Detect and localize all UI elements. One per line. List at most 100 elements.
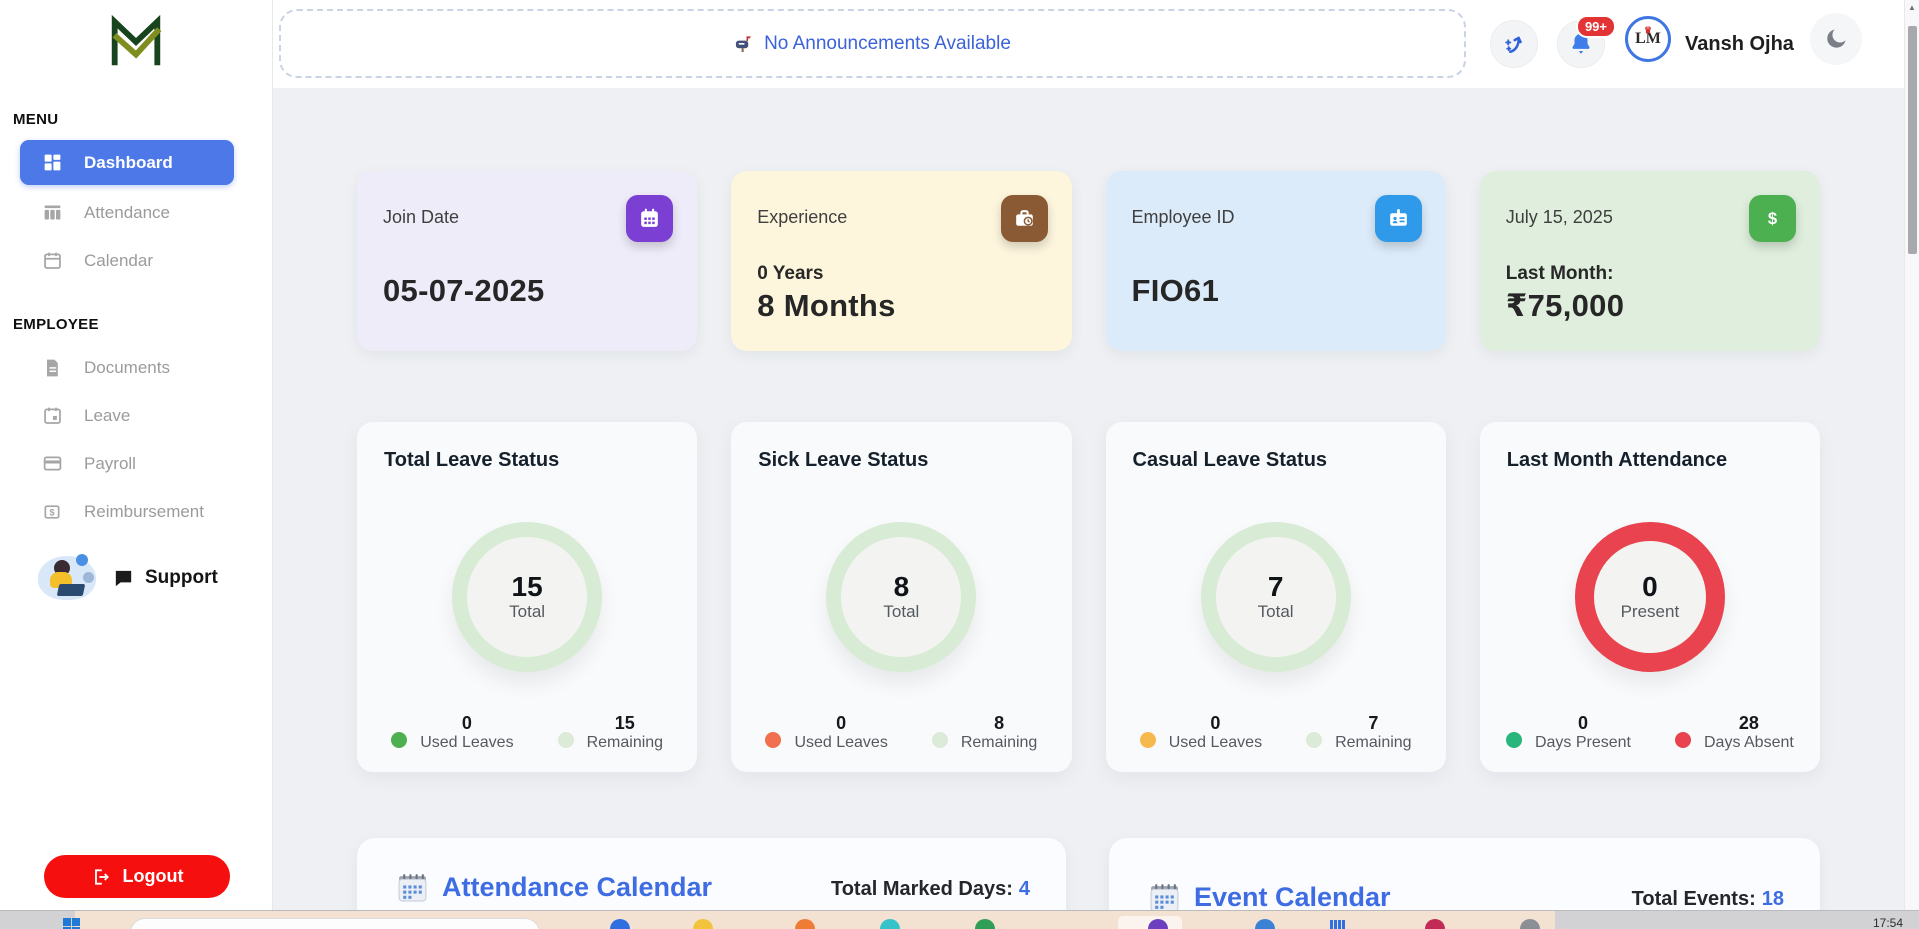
card-title: Sick Leave Status <box>731 422 1071 472</box>
employee-section-label: EMPLOYEE <box>13 316 99 333</box>
salary-value: ₹75,000 <box>1506 288 1625 324</box>
taskbar-app-icon[interactable] <box>1330 920 1348 929</box>
legend-label: Days Absent <box>1704 734 1794 751</box>
calendar-icon <box>40 249 64 273</box>
total-leave-donut: 15 Total <box>452 522 602 672</box>
donut-label: Present <box>1621 602 1680 622</box>
status-card-row: Total Leave Status 15 Total 0Used Leaves… <box>357 422 1820 772</box>
attendance-calendar-card: Attendance Calendar Total Marked Days: 4 <box>357 838 1066 910</box>
taskbar-clock[interactable]: 17:54 <box>1873 916 1903 929</box>
attendance-donut: 0 Present <box>1575 522 1725 672</box>
legend-item-remaining: 7Remaining <box>1306 713 1411 752</box>
legend-dot <box>765 732 781 748</box>
notifications-button[interactable]: 99+ <box>1557 20 1605 68</box>
svg-text:$: $ <box>1768 209 1778 228</box>
legend-value: 15 <box>615 713 635 733</box>
last-month-attendance-card: Last Month Attendance 0 Present 0Days Pr… <box>1480 422 1820 772</box>
sidebar-item-label: Calendar <box>84 251 153 271</box>
salary-label: Last Month: <box>1506 263 1614 285</box>
credit-card-icon <box>40 452 64 476</box>
support-label: Support <box>145 567 218 589</box>
stat-value: 4 <box>1019 878 1030 900</box>
id-badge-icon <box>1375 195 1422 242</box>
legend-dot <box>1506 732 1522 748</box>
salary-card: July 15, 2025 $ Last Month: ₹75,000 <box>1480 171 1820 351</box>
announcement-banner[interactable]: No Announcements Available <box>279 9 1466 78</box>
legend-item-absent: 28Days Absent <box>1675 713 1794 752</box>
moon-icon <box>1823 26 1849 52</box>
legend-dot <box>1675 732 1691 748</box>
ai-assistant-button[interactable] <box>1490 20 1538 68</box>
announcement-text: No Announcements Available <box>764 33 1011 55</box>
sidebar-item-label: Documents <box>84 358 170 378</box>
join-date-card: Join Date 05-07-2025 <box>357 171 697 351</box>
scroll-up-arrow[interactable]: ▲ <box>1905 3 1919 12</box>
legend: 0Used Leaves 15Remaining <box>357 713 697 752</box>
stat-label: Total Marked Days: <box>831 878 1013 900</box>
menu-section-label: MENU <box>13 111 58 128</box>
start-button[interactable] <box>63 918 80 929</box>
card-title: Attendance Calendar <box>442 872 712 903</box>
sidebar-item-dashboard[interactable]: Dashboard <box>20 140 234 185</box>
calendar-emoji-icon <box>1149 882 1180 910</box>
legend-item-used: 0Used Leaves <box>1140 713 1262 752</box>
sidebar: MENU Dashboard Attendance Calendar EMPLO… <box>0 0 273 910</box>
dark-mode-toggle[interactable] <box>1810 13 1862 65</box>
experience-card: Experience 0 Years 8 Months <box>731 171 1071 351</box>
sick-leave-status-card: Sick Leave Status 8 Total 0Used Leaves 8… <box>731 422 1071 772</box>
event-calendar-card: Event Calendar Total Events:18 <box>1109 838 1820 910</box>
dollar-icon: $ <box>1749 195 1796 242</box>
dashboard-page: MENU Dashboard Attendance Calendar EMPLO… <box>0 0 1919 929</box>
chat-bubble-icon <box>112 567 135 590</box>
logout-button[interactable]: Logout <box>44 855 230 898</box>
casual-leave-donut: 7 Total <box>1201 522 1351 672</box>
legend-value: 0 <box>836 713 846 733</box>
user-name[interactable]: Vansh Ojha <box>1685 0 1794 88</box>
total-events: Total Events:18 <box>1632 888 1784 910</box>
legend-value: 0 <box>1210 713 1220 733</box>
os-taskbar: 17:54 <box>0 910 1919 929</box>
sidebar-item-label: Leave <box>84 406 130 426</box>
sidebar-item-documents[interactable]: Documents <box>20 345 234 390</box>
total-marked-days: Total Marked Days: 4 <box>831 878 1030 901</box>
sidebar-item-attendance[interactable]: Attendance <box>20 190 234 235</box>
legend-label: Used Leaves <box>1169 734 1262 751</box>
casual-leave-status-card: Casual Leave Status 7 Total 0Used Leaves… <box>1106 422 1446 772</box>
legend-item-used: 0Used Leaves <box>391 713 513 752</box>
briefcase-clock-icon <box>1001 195 1048 242</box>
legend-value: 0 <box>462 713 472 733</box>
sidebar-item-label: Dashboard <box>84 153 173 173</box>
calendar-emoji-icon <box>397 872 428 903</box>
legend-label: Used Leaves <box>420 734 513 751</box>
legend-item-present: 0Days Present <box>1506 713 1631 752</box>
legend-value: 0 <box>1578 713 1588 733</box>
svg-text:$: $ <box>49 507 54 517</box>
main-content: Join Date 05-07-2025 Experience 0 Years … <box>273 88 1904 910</box>
scrollbar-thumb[interactable] <box>1908 26 1917 254</box>
support-illustration <box>36 552 98 604</box>
donut-value: 8 <box>894 572 910 603</box>
legend-label: Remaining <box>1335 734 1411 751</box>
legend-value: 8 <box>994 713 1004 733</box>
donut-value: 0 <box>1642 572 1658 603</box>
experience-years: 0 Years <box>757 263 823 285</box>
user-avatar[interactable]: ♛ LM <box>1625 16 1671 62</box>
total-leave-status-card: Total Leave Status 15 Total 0Used Leaves… <box>357 422 697 772</box>
legend: 0Used Leaves 8Remaining <box>731 713 1071 752</box>
join-date-value: 05-07-2025 <box>383 273 545 309</box>
page-scrollbar[interactable]: ▲ <box>1904 0 1919 910</box>
stat-label: Total Events: <box>1632 888 1756 910</box>
legend-label: Used Leaves <box>794 734 887 751</box>
info-card-row: Join Date 05-07-2025 Experience 0 Years … <box>357 171 1820 351</box>
sidebar-item-support[interactable]: Support <box>36 552 218 604</box>
sidebar-item-leave[interactable]: Leave <box>20 393 234 438</box>
sparkle-arrow-icon <box>1502 32 1527 57</box>
legend-dot <box>932 732 948 748</box>
notification-count-badge: 99+ <box>1576 15 1616 38</box>
taskbar-search[interactable] <box>130 918 540 929</box>
sidebar-item-reimbursement[interactable]: $ Reimbursement <box>20 489 234 534</box>
donut-value: 7 <box>1268 572 1284 603</box>
sidebar-item-payroll[interactable]: Payroll <box>20 441 234 486</box>
logo-m-icon <box>105 10 167 72</box>
sidebar-item-calendar[interactable]: Calendar <box>20 238 234 283</box>
